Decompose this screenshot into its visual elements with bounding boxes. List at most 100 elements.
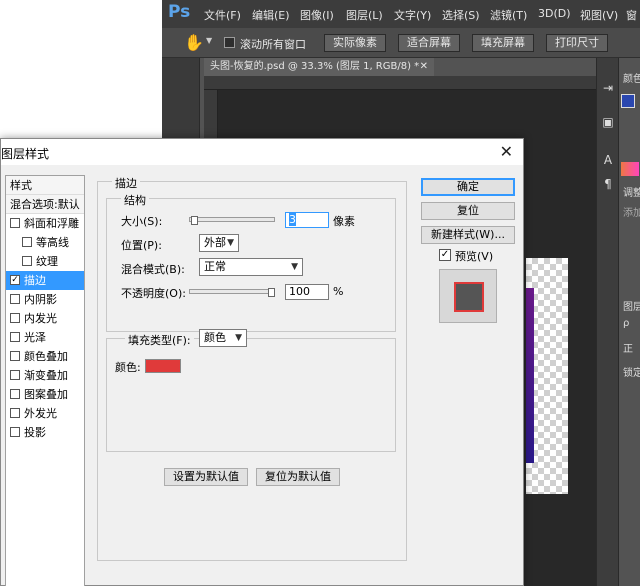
style-list-label: 外发光	[24, 407, 57, 420]
opacity-slider-thumb[interactable]	[268, 288, 275, 297]
opacity-slider[interactable]	[189, 289, 275, 294]
layer-filter-icon[interactable]: ρ	[623, 318, 629, 329]
style-checkbox[interactable]	[10, 370, 20, 380]
fit-screen-button[interactable]: 适合屏幕	[398, 34, 460, 52]
structure-group-title: 结构	[121, 192, 149, 208]
style-list-item-contour[interactable]: 等高线	[6, 233, 84, 252]
chevron-down-icon: ▼	[235, 333, 242, 343]
size-value: 3	[289, 213, 296, 226]
blend-mode-select[interactable]: 正常 ▼	[199, 258, 303, 276]
fill-group: 填充类型(F): 颜色 ▼ 颜色:	[106, 329, 396, 452]
adjustments-panel-label[interactable]: 调整	[623, 184, 640, 199]
menu-window[interactable]: 窗	[626, 7, 637, 23]
size-slider-thumb[interactable]	[191, 216, 198, 225]
style-preview	[439, 269, 497, 323]
character-icon[interactable]: A	[600, 152, 616, 168]
blend-mode-label: 混合模式(B):	[121, 263, 185, 276]
screen: Ps 文件(F) 编辑(E) 图像(I) 图层(L) 文字(Y) 选择(S) 滤…	[0, 0, 640, 586]
color-spectrum[interactable]	[621, 162, 639, 176]
fill-screen-button[interactable]: 填充屏幕	[472, 34, 534, 52]
style-list-item-inner-shadow[interactable]: 内阴影	[6, 290, 84, 309]
style-list-item-inner-glow[interactable]: 内发光	[6, 309, 84, 328]
dialog-title-bar[interactable]: 图层样式 ✕	[1, 139, 523, 165]
stroke-color-swatch[interactable]	[145, 359, 181, 373]
style-list-item-texture[interactable]: 纹理	[6, 252, 84, 271]
reset-button[interactable]: 复位	[421, 202, 515, 220]
style-list-item-bevel-emboss[interactable]: 斜面和浮雕	[6, 214, 84, 233]
properties-icon[interactable]: ▣	[600, 114, 616, 130]
style-checkbox[interactable]	[10, 408, 20, 418]
hand-tool-icon[interactable]: ✋	[184, 33, 204, 53]
document-tab[interactable]: 头图-恢复的.psd @ 33.3% (图层 1, RGB/8) * ✕	[204, 58, 434, 76]
close-icon[interactable]: ✕	[420, 58, 428, 76]
opacity-input[interactable]: 100	[285, 284, 329, 300]
style-checkbox[interactable]	[22, 256, 32, 266]
style-checkbox[interactable]	[10, 351, 20, 361]
style-list-label: 内发光	[24, 312, 57, 325]
menu-edit[interactable]: 编辑(E)	[252, 7, 290, 23]
menu-select[interactable]: 选择(S)	[442, 7, 480, 23]
canvas-image	[526, 288, 534, 463]
stroke-group-title: 描边	[112, 175, 140, 191]
menu-file[interactable]: 文件(F)	[204, 7, 241, 23]
layers-panel-label[interactable]: 图层	[623, 298, 640, 313]
opacity-label: 不透明度(O):	[121, 287, 186, 300]
actual-pixels-button[interactable]: 实际像素	[324, 34, 386, 52]
style-checkbox[interactable]	[10, 427, 20, 437]
options-bar: ✋ ▼ 滚动所有窗口 实际像素 适合屏幕 填充屏幕 打印尺寸	[162, 28, 640, 58]
history-icon[interactable]: ⇥	[600, 80, 616, 96]
size-slider[interactable]	[189, 217, 275, 222]
menu-image[interactable]: 图像(I)	[300, 7, 334, 23]
size-unit: 像素	[333, 215, 355, 228]
new-style-button[interactable]: 新建样式(W)...	[421, 226, 515, 244]
menu-layer[interactable]: 图层(L)	[346, 7, 383, 23]
style-list-item-drop-shadow[interactable]: 投影	[6, 423, 84, 442]
style-list-item-satin[interactable]: 光泽	[6, 328, 84, 347]
style-list-item-color-overlay[interactable]: 颜色叠加	[6, 347, 84, 366]
menu-view[interactable]: 视图(V)	[580, 7, 618, 23]
dialog-title: 图层样式	[1, 147, 50, 161]
ruler-horizontal	[204, 76, 596, 90]
make-default-button[interactable]: 设置为默认值	[164, 468, 248, 486]
chevron-down-icon[interactable]: ▼	[206, 36, 212, 45]
menu-3d[interactable]: 3D(D)	[538, 7, 571, 20]
style-checkbox[interactable]	[22, 237, 32, 247]
blend-mode-select[interactable]: 正	[623, 340, 633, 355]
menu-type[interactable]: 文字(Y)	[394, 7, 431, 23]
style-list-item-blending-options-header[interactable]: 混合选项:默认	[6, 195, 84, 214]
style-list-item-outer-glow[interactable]: 外发光	[6, 404, 84, 423]
ok-button[interactable]: 确定	[421, 178, 515, 196]
preview-checkbox[interactable]: ✓	[439, 249, 451, 261]
scroll-all-windows-checkbox[interactable]	[224, 37, 235, 48]
paragraph-icon[interactable]: ¶	[600, 176, 616, 192]
chevron-down-icon: ▼	[291, 262, 298, 272]
fill-type-select[interactable]: 颜色 ▼	[199, 329, 247, 347]
style-checkbox[interactable]	[10, 389, 20, 399]
foreground-color-swatch[interactable]	[621, 94, 635, 108]
color-panel-label[interactable]: 颜色	[623, 70, 640, 85]
style-list-label: 样式	[10, 179, 32, 192]
style-list-label: 混合选项:默认	[10, 198, 80, 211]
style-list-item-gradient-overlay[interactable]: 渐变叠加	[6, 366, 84, 385]
style-checkbox[interactable]: ✓	[10, 275, 20, 285]
position-select[interactable]: 外部 ▼	[199, 234, 239, 252]
style-checkbox[interactable]	[10, 294, 20, 304]
chevron-down-icon: ▼	[227, 238, 234, 248]
reset-default-button[interactable]: 复位为默认值	[256, 468, 340, 486]
close-icon[interactable]: ✕	[500, 142, 513, 161]
style-checkbox[interactable]	[10, 332, 20, 342]
style-list-label: 等高线	[36, 236, 69, 249]
size-input[interactable]: 3	[285, 212, 329, 228]
collapsed-panels: ⇥ ▣ A ¶	[596, 58, 618, 586]
menu-filter[interactable]: 滤镜(T)	[490, 7, 527, 23]
structure-group: 结构 大小(S): 3 像素 位置(P): 外部 ▼ 混合模式(B): 正常 ▼…	[106, 192, 396, 332]
style-list-item-stroke[interactable]: ✓ 描边	[6, 271, 84, 290]
style-checkbox[interactable]	[10, 313, 20, 323]
print-size-button[interactable]: 打印尺寸	[546, 34, 608, 52]
style-checkbox[interactable]	[10, 218, 20, 228]
style-list-label: 颜色叠加	[24, 350, 68, 363]
style-list-item-pattern-overlay[interactable]: 图案叠加	[6, 385, 84, 404]
document-tab-title: 头图-恢复的.psd @ 33.3% (图层 1, RGB/8) *	[210, 61, 420, 72]
style-list-item-styles-header[interactable]: 样式	[6, 176, 84, 195]
canvas[interactable]	[526, 258, 568, 494]
